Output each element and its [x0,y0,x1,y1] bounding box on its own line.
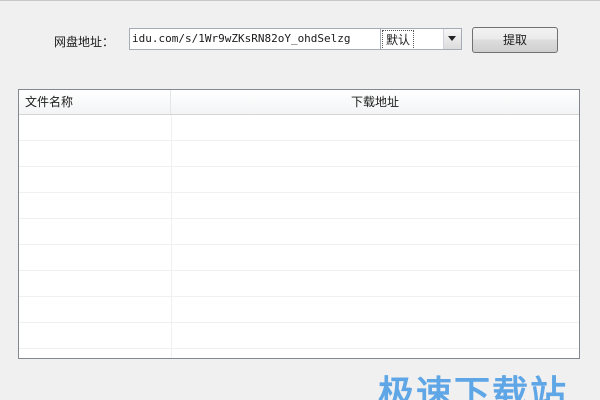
empty-row [19,323,579,349]
list-body [19,115,579,358]
dropdown-button[interactable] [443,29,461,49]
chevron-down-icon [448,36,456,41]
app-window: 网盘地址： idu.com/s/1Wr9wZKsRN82oY_ohdSelzg … [0,0,600,400]
empty-row [19,167,579,193]
fetch-button[interactable]: 提取 [472,27,558,53]
empty-row [19,297,579,323]
file-list[interactable]: 文件名称 下载地址 [18,89,580,359]
watermark-logo: 极速下载站 [378,374,569,400]
column-header-download-url[interactable]: 下载地址 [171,90,579,114]
mode-select[interactable]: 默认 [380,28,462,50]
list-header: 文件名称 下载地址 [19,90,579,115]
empty-row [19,245,579,271]
empty-row [19,219,579,245]
empty-row [19,141,579,167]
url-input[interactable]: idu.com/s/1Wr9wZKsRN82oY_ohdSelzg [129,28,381,50]
mode-select-value: 默认 [382,30,415,49]
empty-row [19,193,579,219]
empty-row [19,115,579,141]
empty-row [19,271,579,297]
column-header-file-name[interactable]: 文件名称 [19,90,171,114]
url-label: 网盘地址： [54,35,115,49]
address-bar: 网盘地址： idu.com/s/1Wr9wZKsRN82oY_ohdSelzg … [0,27,600,53]
column-divider [171,115,172,358]
